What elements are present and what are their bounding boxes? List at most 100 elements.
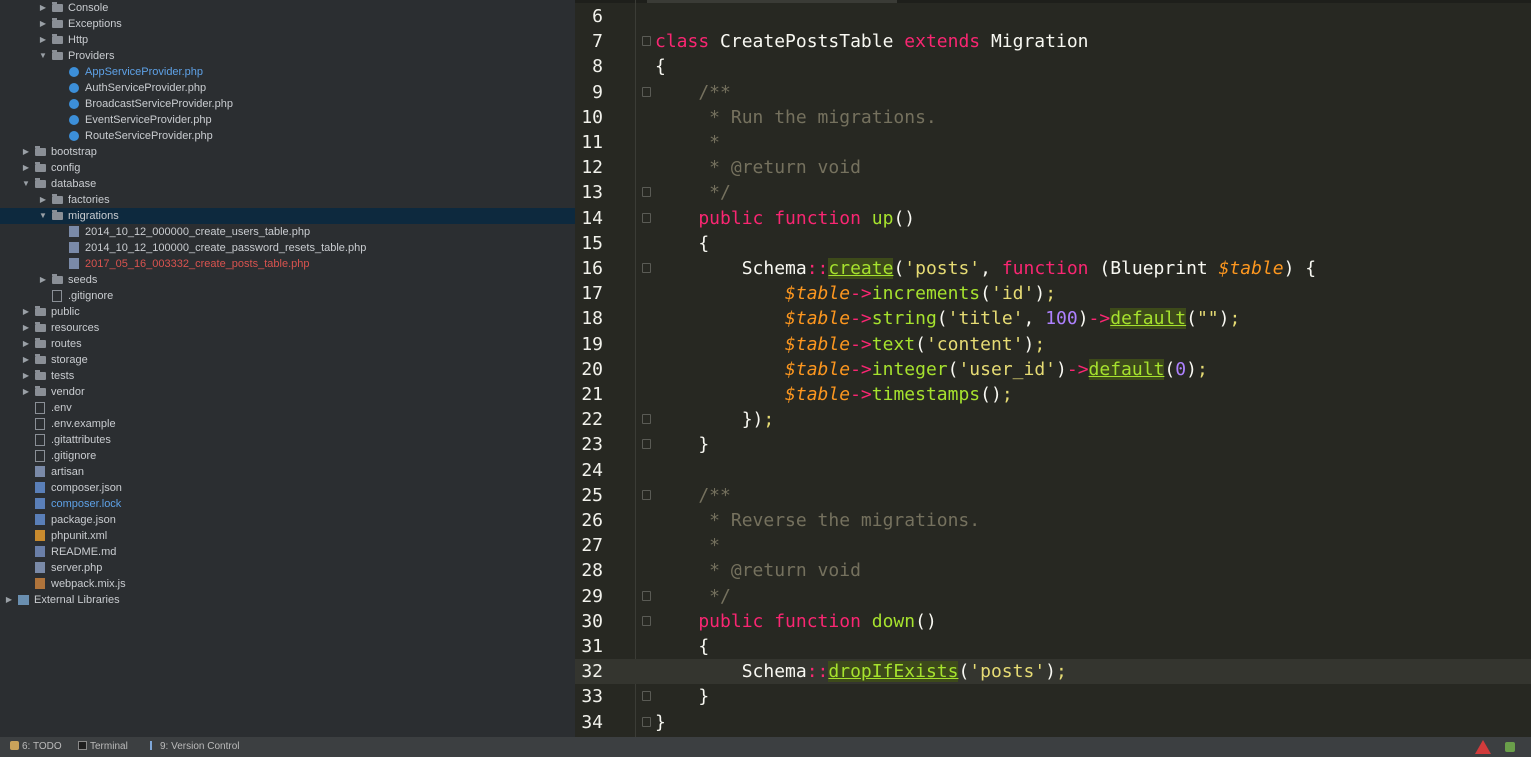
version-control-tool-button[interactable]: 9: Version Control xyxy=(150,737,240,757)
code-line[interactable]: 16 Schema::create('posts', function (Blu… xyxy=(575,256,1531,281)
tree-folder[interactable]: ▼ migrations xyxy=(0,208,575,224)
collapse-arrow-icon[interactable]: ▶ xyxy=(38,16,48,32)
code-line[interactable]: 18 $table->string('title', 100)->default… xyxy=(575,306,1531,331)
code-line[interactable]: 21 $table->timestamps(); xyxy=(575,382,1531,407)
collapse-arrow-icon[interactable]: ▶ xyxy=(21,336,31,352)
tree-folder[interactable]: ▼ database xyxy=(0,176,575,192)
code-line[interactable]: 29 */ xyxy=(575,584,1531,609)
fold-marker-icon[interactable] xyxy=(642,691,651,702)
tree-file[interactable]: AuthServiceProvider.php xyxy=(0,80,575,96)
tree-file[interactable]: package.json xyxy=(0,512,575,528)
tree-folder[interactable]: ▶ Exceptions xyxy=(0,16,575,32)
tree-folder[interactable]: ▼ Providers xyxy=(0,48,575,64)
code-line[interactable]: 34} xyxy=(575,710,1531,735)
fold-marker-icon[interactable] xyxy=(642,212,651,223)
tree-folder[interactable]: ▶ factories xyxy=(0,192,575,208)
code-line[interactable]: 12 * @return void xyxy=(575,155,1531,180)
fold-marker-icon[interactable] xyxy=(642,439,651,450)
tree-folder[interactable]: ▶ Console xyxy=(0,0,575,16)
tree-folder[interactable]: ▶ resources xyxy=(0,320,575,336)
fold-marker-icon[interactable] xyxy=(642,414,651,425)
tree-folder[interactable]: ▶ bootstrap xyxy=(0,144,575,160)
tree-file[interactable]: composer.json xyxy=(0,480,575,496)
code-line[interactable]: 28 * @return void xyxy=(575,558,1531,583)
tree-file[interactable]: BroadcastServiceProvider.php xyxy=(0,96,575,112)
code-line[interactable]: 31 { xyxy=(575,634,1531,659)
fold-marker-icon[interactable] xyxy=(642,615,651,626)
tree-file[interactable]: RouteServiceProvider.php xyxy=(0,128,575,144)
code-line[interactable]: 22 }); xyxy=(575,407,1531,432)
collapse-arrow-icon[interactable]: ▶ xyxy=(21,384,31,400)
fold-marker-icon[interactable] xyxy=(642,263,651,273)
collapse-arrow-icon[interactable]: ▶ xyxy=(21,160,31,176)
editor-tab-active[interactable] xyxy=(647,0,897,3)
collapse-arrow-icon[interactable]: ▶ xyxy=(21,352,31,368)
tree-folder[interactable]: ▶ config xyxy=(0,160,575,176)
collapse-arrow-icon[interactable]: ▶ xyxy=(21,368,31,384)
tree-folder[interactable]: ▶ public xyxy=(0,304,575,320)
tree-file[interactable]: README.md xyxy=(0,544,575,560)
code-line[interactable]: 9 /** xyxy=(575,80,1531,105)
code-line[interactable]: 17 $table->increments('id'); xyxy=(575,281,1531,306)
tree-file[interactable]: .env xyxy=(0,400,575,416)
tree-file[interactable]: ▶ External Libraries xyxy=(0,592,575,608)
collapse-arrow-icon[interactable]: ▶ xyxy=(38,272,48,288)
tree-file[interactable]: .gitattributes xyxy=(0,432,575,448)
tree-folder[interactable]: ▶ storage xyxy=(0,352,575,368)
tree-folder[interactable]: ▶ seeds xyxy=(0,272,575,288)
tree-file[interactable]: .env.example xyxy=(0,416,575,432)
fold-marker-icon[interactable] xyxy=(642,86,651,97)
tree-file[interactable]: EventServiceProvider.php xyxy=(0,112,575,128)
code-line[interactable]: 10 * Run the migrations. xyxy=(575,105,1531,130)
tree-file[interactable]: .gitignore xyxy=(0,448,575,464)
code-line[interactable]: 15 { xyxy=(575,231,1531,256)
code-line[interactable]: 27 * xyxy=(575,533,1531,558)
fold-marker-icon[interactable] xyxy=(642,590,651,601)
fold-marker-icon[interactable] xyxy=(642,489,651,500)
tree-folder[interactable]: ▶ Http xyxy=(0,32,575,48)
code-line[interactable]: 14 public function up() xyxy=(575,206,1531,231)
expand-arrow-icon[interactable]: ▼ xyxy=(38,48,48,64)
code-line[interactable]: 6 xyxy=(575,4,1531,29)
terminal-tool-button[interactable]: Terminal xyxy=(78,737,128,757)
tree-folder[interactable]: ▶ tests xyxy=(0,368,575,384)
code-line[interactable]: 11 * xyxy=(575,130,1531,155)
collapse-arrow-icon[interactable]: ▶ xyxy=(4,592,14,608)
tree-file[interactable]: 2014_10_12_000000_create_users_table.php xyxy=(0,224,575,240)
expand-arrow-icon[interactable]: ▼ xyxy=(38,208,48,224)
tree-file[interactable]: server.php xyxy=(0,560,575,576)
tree-file[interactable]: phpunit.xml xyxy=(0,528,575,544)
collapse-arrow-icon[interactable]: ▶ xyxy=(21,144,31,160)
collapse-arrow-icon[interactable]: ▶ xyxy=(21,304,31,320)
tree-folder[interactable]: ▶ vendor xyxy=(0,384,575,400)
code-line[interactable]: 23 } xyxy=(575,432,1531,457)
tree-file[interactable]: webpack.mix.js xyxy=(0,576,575,592)
tree-folder[interactable]: ▶ routes xyxy=(0,336,575,352)
code-line[interactable]: 20 $table->integer('user_id')->default(0… xyxy=(575,357,1531,382)
collapse-arrow-icon[interactable]: ▶ xyxy=(38,32,48,48)
todo-tool-button[interactable]: 6: TODO xyxy=(10,737,62,757)
tree-file[interactable]: 2017_05_16_003332_create_posts_table.php xyxy=(0,256,575,272)
code-line[interactable]: 8{ xyxy=(575,54,1531,79)
code-editor[interactable]: 6 7 class CreatePostsTable extends Migrati… xyxy=(575,0,1531,737)
tree-file[interactable]: artisan xyxy=(0,464,575,480)
code-line[interactable]: 30 public function down() xyxy=(575,609,1531,634)
tree-file[interactable]: composer.lock xyxy=(0,496,575,512)
code-line[interactable]: 19 $table->text('content'); xyxy=(575,332,1531,357)
fold-marker-icon[interactable] xyxy=(642,36,651,47)
tree-file[interactable]: AppServiceProvider.php xyxy=(0,64,575,80)
collapse-arrow-icon[interactable]: ▶ xyxy=(38,192,48,208)
tree-file[interactable]: .gitignore xyxy=(0,288,575,304)
fold-marker-icon[interactable] xyxy=(642,187,651,198)
expand-arrow-icon[interactable]: ▼ xyxy=(21,176,31,192)
code-line[interactable]: 13 */ xyxy=(575,180,1531,205)
code-line[interactable]: 24 xyxy=(575,458,1531,483)
event-log-icon[interactable] xyxy=(1505,742,1515,752)
code-line[interactable]: 32 Schema::dropIfExists('posts'); xyxy=(575,659,1531,685)
code-line[interactable]: 33 } xyxy=(575,684,1531,709)
tree-file[interactable]: 2014_10_12_100000_create_password_resets… xyxy=(0,240,575,256)
collapse-arrow-icon[interactable]: ▶ xyxy=(38,0,48,16)
fold-marker-icon[interactable] xyxy=(642,716,651,727)
code-line[interactable]: 25 /** xyxy=(575,483,1531,508)
code-line[interactable]: 26 * Reverse the migrations. xyxy=(575,508,1531,533)
